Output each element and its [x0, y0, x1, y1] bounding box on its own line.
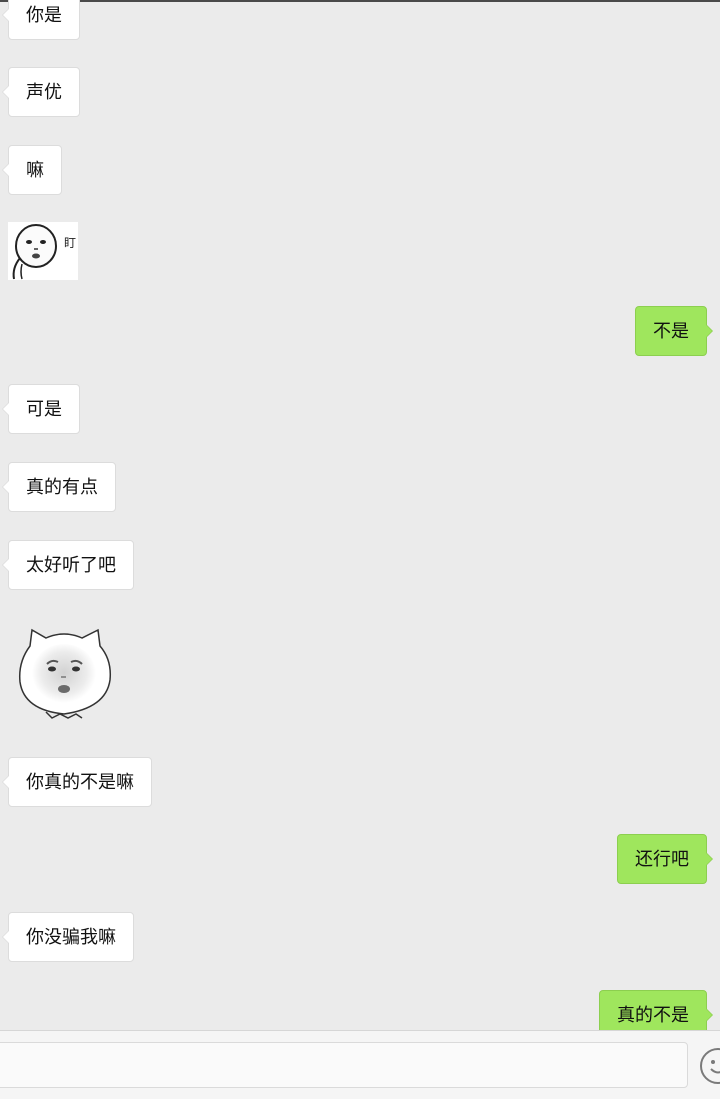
- message-bubble-incoming[interactable]: 真的有点: [2, 462, 116, 512]
- stare-face-sticker[interactable]: 盯: [8, 222, 78, 280]
- message-text: 声优: [26, 82, 62, 103]
- message-text: 不是: [653, 321, 689, 342]
- stare-face-drawing: [12, 224, 57, 280]
- message-bubble-incoming[interactable]: 你真的不是嘛: [2, 757, 152, 807]
- message-input-bar: [0, 1030, 720, 1099]
- cat-baby-face-sticker[interactable]: [14, 624, 114, 720]
- message-bubble-incoming[interactable]: 可是: [2, 384, 80, 434]
- smiley-face-glyph: [710, 1060, 720, 1074]
- message-input[interactable]: [0, 1042, 688, 1088]
- message-text: 你真的不是嘛: [26, 772, 134, 793]
- sticker-caption: 盯: [64, 236, 77, 250]
- smiley-face-icon[interactable]: [700, 1048, 720, 1084]
- message-text: 太好听了吧: [26, 555, 116, 576]
- message-bubble-incoming[interactable]: 太好听了吧: [2, 540, 134, 590]
- message-bubble-incoming[interactable]: 嘛: [2, 145, 62, 195]
- chat-message-list[interactable]: 你是 声优 嘛 盯 不是 可是 真的有点 太好听了吧 你真的不是嘛 还行吧 你没…: [0, 0, 720, 1030]
- message-bubble-incoming[interactable]: 声优: [2, 67, 80, 117]
- message-text: 还行吧: [635, 849, 689, 870]
- message-text: 真的有点: [26, 477, 98, 498]
- message-text: 你是: [26, 5, 62, 26]
- cat-face-drawing: [18, 628, 112, 719]
- message-bubble-outgoing[interactable]: 不是: [635, 306, 713, 356]
- message-bubble-incoming[interactable]: 你没骗我嘛: [2, 912, 134, 962]
- message-text: 嘛: [26, 160, 44, 181]
- message-text: 你没骗我嘛: [26, 927, 116, 948]
- message-text: 可是: [26, 399, 62, 420]
- message-bubble-outgoing[interactable]: 还行吧: [617, 834, 713, 884]
- message-bubble-outgoing[interactable]: 真的不是: [599, 990, 713, 1030]
- message-bubble-incoming[interactable]: 你是: [2, 0, 80, 40]
- message-text: 真的不是: [617, 1005, 689, 1026]
